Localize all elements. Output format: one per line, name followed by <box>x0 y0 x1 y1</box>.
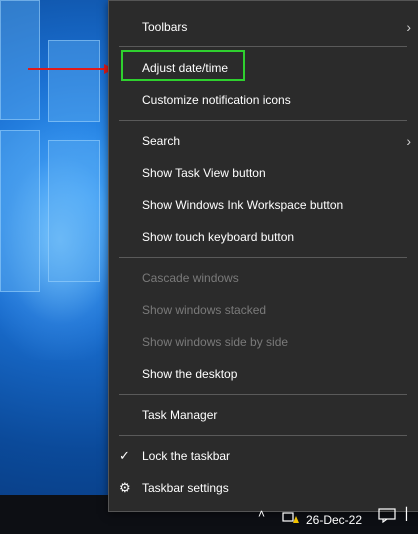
show-desktop-handle[interactable]: ▏ <box>406 495 415 534</box>
menu-separator <box>119 257 407 258</box>
menu-item-show-windows-side-by-side: Show windows side by side <box>109 326 417 358</box>
menu-item-label: Show Windows Ink Workspace button <box>142 198 344 212</box>
menu-item-label: Search <box>142 134 181 148</box>
window-pane <box>0 130 40 292</box>
gear-icon: ⚙ <box>119 480 131 495</box>
menu-item-search[interactable]: Search › <box>109 125 417 157</box>
menu-item-show-windows-stacked: Show windows stacked <box>109 294 417 326</box>
menu-item-lock-the-taskbar[interactable]: ✓ Lock the taskbar <box>109 440 417 472</box>
red-arrow-icon <box>28 62 118 81</box>
menu-item-label: Task Manager <box>142 408 218 422</box>
menu-item-toolbars[interactable]: Toolbars › <box>109 11 417 43</box>
menu-item-label: Customize notification icons <box>142 93 291 107</box>
menu-item-label: Cascade windows <box>142 271 239 285</box>
window-pane <box>48 140 100 282</box>
menu-item-task-manager[interactable]: Task Manager <box>109 399 417 431</box>
menu-item-label: Show windows stacked <box>142 303 267 317</box>
window-pane <box>0 0 40 120</box>
menu-item-cascade-windows: Cascade windows <box>109 262 417 294</box>
menu-item-label: Show the desktop <box>142 367 238 381</box>
menu-separator <box>119 120 407 121</box>
highlight-box <box>121 50 245 81</box>
chevron-up-icon[interactable]: ˄ <box>258 495 265 534</box>
chevron-right-icon: › <box>406 19 411 35</box>
menu-item-show-touch-keyboard-button[interactable]: Show touch keyboard button <box>109 221 417 253</box>
menu-item-customize-notification-icons[interactable]: Customize notification icons <box>109 84 417 116</box>
menu-separator <box>119 435 407 436</box>
menu-separator <box>119 46 407 47</box>
checkmark-icon: ✓ <box>119 448 130 463</box>
window-pane <box>48 40 100 122</box>
menu-item-label: Taskbar settings <box>142 481 229 495</box>
menu-item-label: Show windows side by side <box>142 335 289 349</box>
chevron-right-icon: › <box>406 133 411 149</box>
menu-item-label: Toolbars <box>142 20 188 34</box>
menu-item-show-windows-ink-workspace-button[interactable]: Show Windows Ink Workspace button <box>109 189 417 221</box>
menu-item-label: Show Task View button <box>142 166 266 180</box>
menu-separator <box>119 394 407 395</box>
taskbar-date[interactable]: 26-Dec-22 <box>306 513 362 527</box>
menu-item-label: Show touch keyboard button <box>142 230 295 244</box>
network-warning-icon[interactable] <box>282 495 300 534</box>
menu-item-show-the-desktop[interactable]: Show the desktop <box>109 358 417 390</box>
menu-item-label: Lock the taskbar <box>142 449 231 463</box>
menu-item-show-task-view-button[interactable]: Show Task View button <box>109 157 417 189</box>
notification-icon[interactable] <box>378 495 396 534</box>
